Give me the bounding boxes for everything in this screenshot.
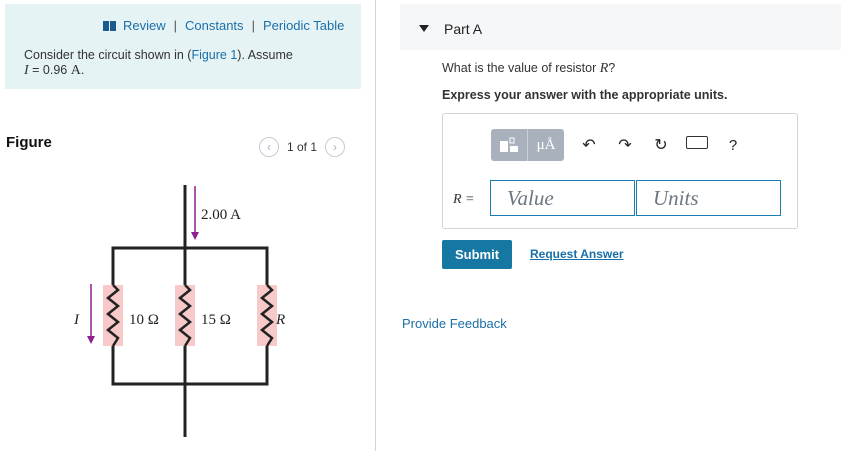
chevron-left-icon: ‹ <box>267 140 271 154</box>
link-separator: | <box>173 18 178 33</box>
left-current-arrow <box>87 284 95 344</box>
review-link[interactable]: Review <box>123 18 166 33</box>
templates-icon <box>500 137 518 152</box>
answer-variable-label: R = <box>453 191 475 208</box>
part-title: Part A <box>444 21 483 37</box>
keyboard-icon <box>686 136 708 149</box>
top-current-arrow <box>191 186 199 240</box>
top-current-label: 2.00 A <box>201 207 241 223</box>
circuit-diagram: 2.00 A I 10 Ω 15 Ω R <box>73 185 285 437</box>
redo-icon[interactable]: ↷ <box>614 135 636 155</box>
figure-heading: Figure <box>6 134 52 151</box>
problem-intro: Review | Constants | Periodic Table Cons… <box>5 4 361 89</box>
templates-button[interactable] <box>491 129 527 161</box>
keyboard-button[interactable] <box>686 136 708 154</box>
resistor-r-label: R <box>275 312 285 328</box>
request-answer-link[interactable]: Request Answer <box>530 247 624 261</box>
book-icon <box>103 20 117 31</box>
question-prefix: What is the value of resistor <box>442 61 600 75</box>
reset-icon[interactable]: ↻ <box>650 135 672 155</box>
answer-box: μÅ ↶ ↷ ↻ ? R = Value Units <box>442 113 798 229</box>
collapse-triangle-icon[interactable] <box>419 25 429 32</box>
current-value: = 0.96 <box>28 63 71 77</box>
undo-icon[interactable]: ↶ <box>578 135 600 155</box>
current-end: . <box>80 63 85 77</box>
submit-button[interactable]: Submit <box>442 240 512 269</box>
periodic-table-link[interactable]: Periodic Table <box>263 18 344 33</box>
resource-links: Review | Constants | Periodic Table <box>103 18 344 33</box>
help-icon[interactable]: ? <box>722 137 744 154</box>
question-variable: R <box>599 61 609 76</box>
resistor-15 <box>175 284 195 347</box>
question-text: What is the value of resistor R? <box>442 61 615 77</box>
chevron-right-icon: › <box>333 140 338 154</box>
figure-link[interactable]: Figure 1 <box>191 48 237 62</box>
bottom-bus <box>111 346 269 386</box>
current-i-label: I <box>73 312 80 328</box>
constants-link[interactable]: Constants <box>185 18 244 33</box>
value-input[interactable]: Value <box>490 180 635 216</box>
part-a-header[interactable]: Part A <box>400 4 841 50</box>
figure-pager: ‹ 1 of 1 › <box>259 137 346 157</box>
top-bus <box>111 246 269 285</box>
units-icon: μÅ <box>536 136 556 153</box>
prev-figure-button[interactable]: ‹ <box>259 137 279 157</box>
question-suffix: ? <box>608 61 616 75</box>
template-button-group: μÅ <box>491 129 564 161</box>
problem-statement: Consider the circuit shown in (Figure 1)… <box>24 48 293 78</box>
next-figure-button[interactable]: › <box>325 137 346 157</box>
left-panel: Review | Constants | Periodic Table Cons… <box>0 0 376 451</box>
current-unit: A <box>70 63 81 78</box>
right-panel: Part A What is the value of resistor R? … <box>376 0 842 451</box>
units-button[interactable]: μÅ <box>527 129 564 161</box>
problem-text: Consider the circuit shown in ( <box>24 48 192 62</box>
resistor-10 <box>103 284 123 347</box>
answer-toolbar: μÅ ↶ ↷ ↻ ? <box>491 129 744 161</box>
resistor-10-label: 10 Ω <box>129 312 159 328</box>
units-input[interactable]: Units <box>636 180 781 216</box>
provide-feedback-link[interactable]: Provide Feedback <box>402 316 507 331</box>
resistor-r <box>257 284 277 347</box>
resistor-15-label: 15 Ω <box>201 312 231 328</box>
problem-text: ). Assume <box>237 48 293 62</box>
answer-label-text: R = <box>453 192 475 207</box>
link-separator: | <box>251 18 255 33</box>
answer-instruction: Express your answer with the appropriate… <box>442 88 728 102</box>
pager-text: 1 of 1 <box>287 140 318 154</box>
